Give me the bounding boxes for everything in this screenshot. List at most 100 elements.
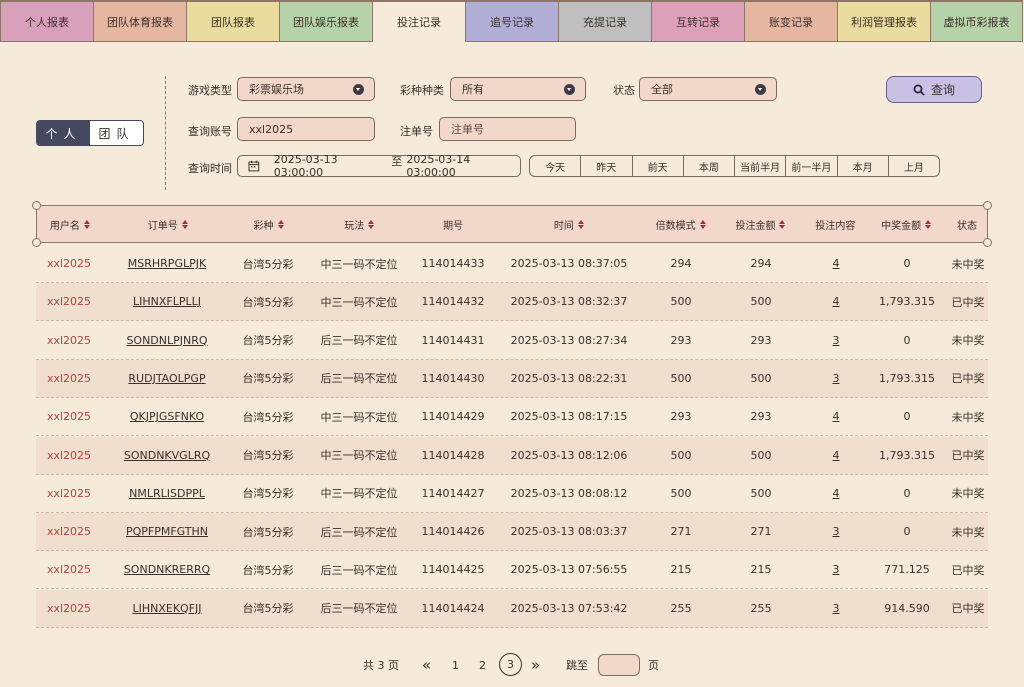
table-row: xxl2025 LIHNXEKQFJJ 台湾5分彩 后三一码不定位 114014424 2… bbox=[36, 589, 988, 628]
bet-content-link[interactable]: 3 bbox=[806, 334, 866, 347]
order-link[interactable]: NMLRLISDPPL bbox=[102, 487, 232, 500]
table-cell: 2025-03-13 08:03:37 bbox=[510, 525, 628, 539]
tab-9[interactable]: 利润管理报表 bbox=[837, 0, 930, 42]
table-row: xxl2025 LIHNXFLPLLJ 台湾5分彩 中三一码不定位 114014432 2… bbox=[36, 283, 988, 322]
quick-date-button[interactable]: 上月 bbox=[889, 156, 939, 176]
column-header[interactable]: 玩法 bbox=[304, 217, 414, 232]
table-cell: 500 bbox=[750, 295, 772, 309]
date-end: 2025-03-14 03:00:00 bbox=[406, 153, 471, 179]
bet-content-link[interactable]: 4 bbox=[806, 449, 866, 462]
tab-0[interactable]: 个人报表 bbox=[0, 0, 93, 42]
toggle-team[interactable]: 团队 bbox=[90, 121, 143, 145]
query-button[interactable]: 查询 bbox=[886, 76, 982, 103]
column-header[interactable]: 倍数模式 bbox=[646, 217, 716, 232]
table-cell: 0 bbox=[903, 257, 911, 270]
table-cell: 已中奖 bbox=[951, 602, 985, 616]
scope-toggle: 个人 团队 bbox=[36, 120, 144, 146]
bet-content-link[interactable]: 3 bbox=[806, 525, 866, 538]
order-link[interactable]: LIHNXFLPLLJ bbox=[102, 295, 232, 308]
page-2-button[interactable]: 2 bbox=[479, 653, 486, 677]
bet-content-link[interactable]: 3 bbox=[806, 602, 866, 615]
bet-content-link[interactable]: 4 bbox=[806, 295, 866, 308]
table-cell: 271 bbox=[670, 525, 692, 539]
order-link[interactable]: SONDNKVGLRQ bbox=[102, 449, 232, 462]
order-link[interactable]: PQPFPMFGTHN bbox=[102, 525, 232, 538]
tab-8[interactable]: 账变记录 bbox=[744, 0, 837, 42]
order-link[interactable]: RUDJTAOLPGP bbox=[102, 372, 232, 385]
table-cell: 后三一码不定位 bbox=[320, 563, 398, 577]
table-cell: 0 bbox=[903, 333, 911, 347]
tab-1[interactable]: 团队体育报表 bbox=[93, 0, 186, 42]
order-link[interactable]: SONDNLPJNRQ bbox=[102, 334, 232, 347]
order-link[interactable]: MSRHRPGLPJK bbox=[102, 257, 232, 270]
tab-5[interactable]: 追号记录 bbox=[465, 0, 558, 42]
column-header[interactable]: 投注金额 bbox=[716, 217, 806, 232]
order-field[interactable] bbox=[439, 117, 576, 141]
column-header[interactable]: 彩种 bbox=[233, 217, 305, 232]
account-field[interactable] bbox=[237, 117, 375, 141]
tab-6[interactable]: 充提记录 bbox=[558, 0, 651, 42]
lottery-select[interactable]: 所有 bbox=[450, 77, 586, 101]
quick-date-button[interactable]: 昨天 bbox=[581, 156, 633, 176]
column-header: 期号 bbox=[443, 220, 464, 232]
bet-content-link[interactable]: 3 bbox=[806, 563, 866, 576]
prev-page-button[interactable]: « bbox=[422, 653, 431, 677]
table-cell: 台湾5分彩 bbox=[242, 334, 294, 348]
column-header[interactable]: 订单号 bbox=[103, 217, 233, 232]
date-range-field[interactable]: 2025-03-13 03:00:00 至 2025-03-14 03:00:0… bbox=[237, 153, 521, 179]
quick-date-button[interactable]: 今天 bbox=[530, 156, 582, 176]
sort-icon bbox=[368, 219, 375, 229]
table-cell: 1,793.315 bbox=[879, 295, 935, 309]
page-3-button[interactable]: 3 bbox=[499, 653, 522, 676]
tab-4[interactable]: 投注记录 bbox=[372, 0, 465, 42]
table-cell: 114014428 bbox=[421, 448, 485, 462]
table-row: xxl2025 PQPFPMFGTHN 台湾5分彩 后三一码不定位 114014426 2… bbox=[36, 513, 988, 552]
tab-10[interactable]: 虚拟币彩报表 bbox=[930, 0, 1023, 42]
lottery-label: 彩种种类 bbox=[400, 84, 444, 97]
game-type-select[interactable]: 彩票娱乐场 bbox=[237, 77, 375, 101]
tab-7[interactable]: 互转记录 bbox=[651, 0, 744, 42]
page-1-button[interactable]: 1 bbox=[452, 653, 459, 677]
table-cell: 0 bbox=[903, 525, 911, 539]
account-input[interactable] bbox=[249, 122, 374, 136]
quick-date-button[interactable]: 本月 bbox=[838, 156, 889, 176]
table-cell: 已中奖 bbox=[951, 372, 985, 386]
table-cell: xxl2025 bbox=[46, 563, 92, 577]
table-cell: 已中奖 bbox=[951, 449, 985, 462]
table-cell: 114014424 bbox=[421, 601, 485, 615]
order-link[interactable]: QKJPJGSFNKO bbox=[102, 410, 232, 423]
table-cell: 台湾5分彩 bbox=[242, 295, 294, 309]
bet-content-link[interactable]: 4 bbox=[806, 257, 866, 270]
next-page-button[interactable]: » bbox=[531, 653, 540, 677]
tab-3[interactable]: 团队娱乐报表 bbox=[279, 0, 372, 42]
toggle-personal[interactable]: 个人 bbox=[37, 121, 90, 145]
table-cell: 114014429 bbox=[421, 410, 485, 424]
table-cell: 未中奖 bbox=[951, 334, 985, 348]
jump-label: 跳至 bbox=[566, 659, 588, 672]
order-input[interactable] bbox=[451, 122, 575, 136]
jump-page-input[interactable] bbox=[598, 654, 640, 676]
table-cell: 台湾5分彩 bbox=[242, 257, 294, 271]
bet-content-link[interactable]: 3 bbox=[806, 372, 866, 385]
table-cell: 294 bbox=[750, 257, 772, 270]
quick-date-button[interactable]: 本周 bbox=[684, 156, 735, 176]
column-header[interactable]: 用户名 bbox=[37, 217, 103, 232]
column-header[interactable]: 时间 bbox=[492, 217, 646, 232]
table-cell: 2025-03-13 08:32:37 bbox=[510, 295, 628, 309]
table-cell: 后三一码不定位 bbox=[320, 525, 398, 539]
table-cell: 2025-03-13 08:37:05 bbox=[510, 257, 628, 270]
quick-date-button[interactable]: 前天 bbox=[633, 156, 684, 176]
page-suffix: 页 bbox=[648, 659, 659, 672]
status-select[interactable]: 全部 bbox=[639, 77, 777, 101]
column-header[interactable]: 中奖金额 bbox=[865, 217, 947, 232]
quick-date-button[interactable]: 前一半月 bbox=[786, 156, 838, 176]
order-link[interactable]: SONDNKRERRQ bbox=[102, 563, 232, 576]
order-link[interactable]: LIHNXEKQFJJ bbox=[102, 602, 232, 615]
tab-2[interactable]: 团队报表 bbox=[186, 0, 279, 42]
quick-date-button[interactable]: 当前半月 bbox=[735, 156, 787, 176]
table-cell: 台湾5分彩 bbox=[242, 525, 294, 539]
status-label: 状态 bbox=[613, 84, 635, 97]
bet-content-link[interactable]: 4 bbox=[806, 487, 866, 500]
bet-content-link[interactable]: 4 bbox=[806, 410, 866, 423]
game-type-label: 游戏类型 bbox=[188, 84, 232, 97]
